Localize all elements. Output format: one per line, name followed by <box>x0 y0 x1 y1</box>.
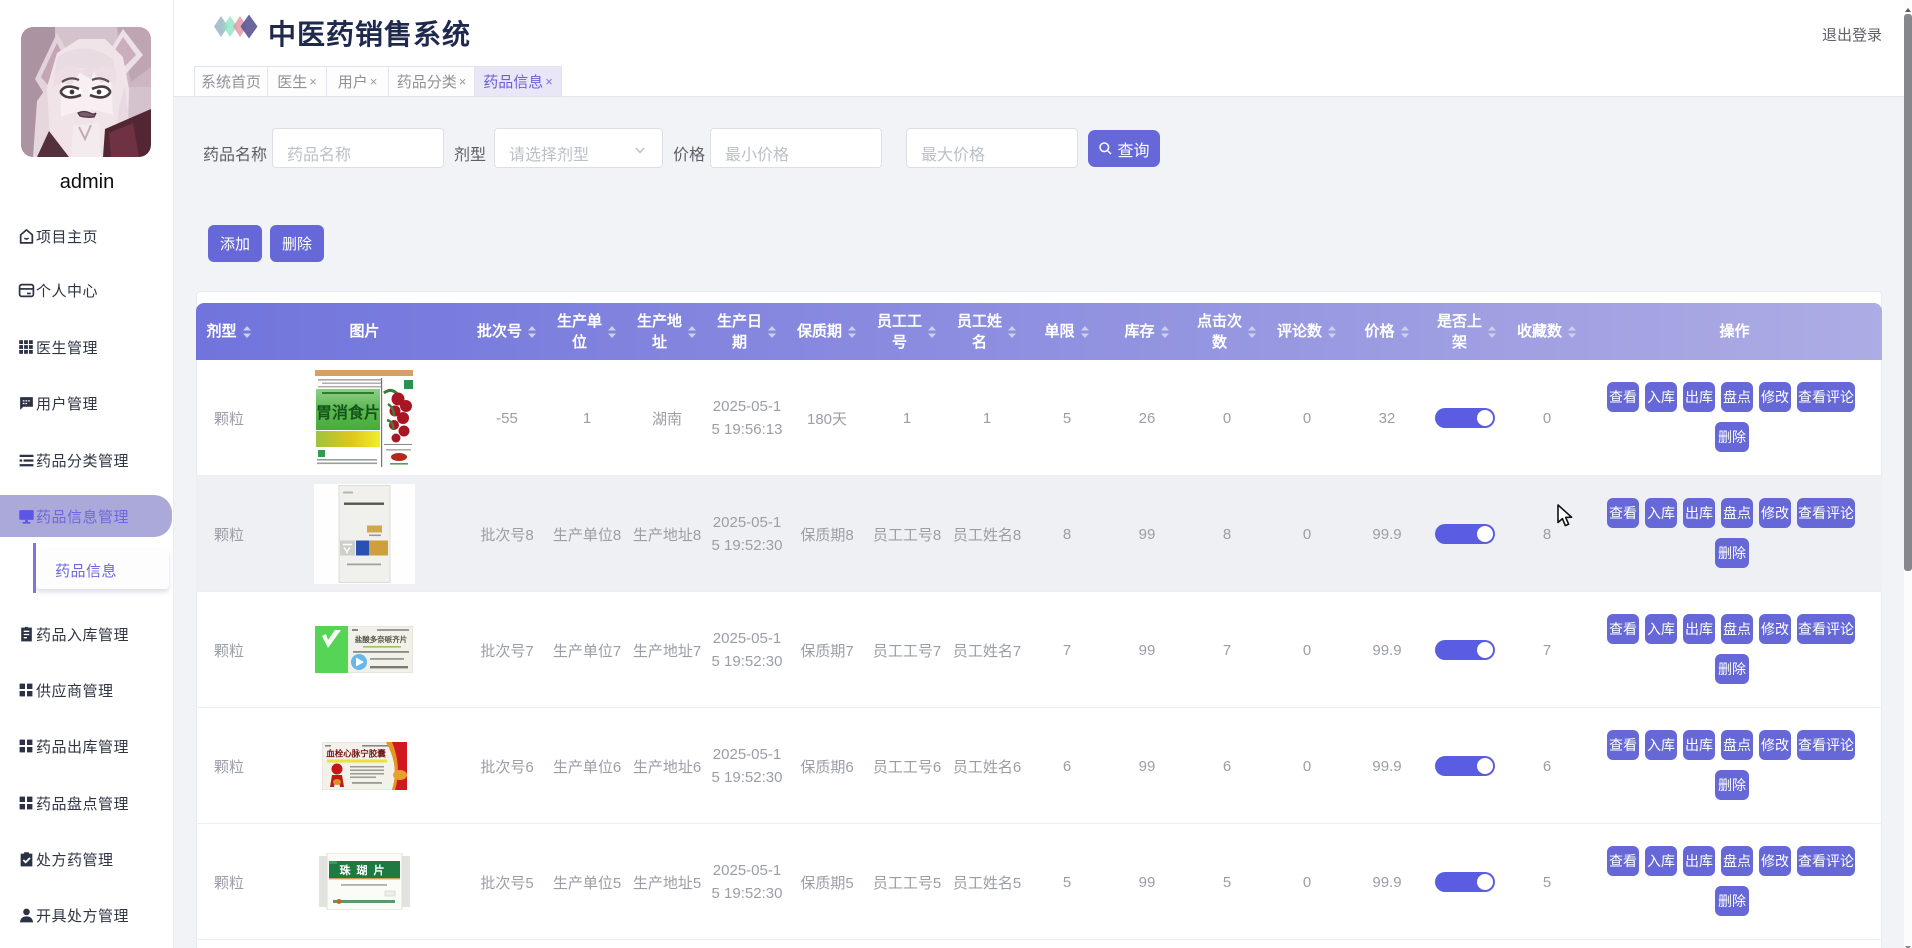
svg-text:胃消食片: 胃消食片 <box>316 403 380 422</box>
svg-text:盐酸多奈哌齐片: 盐酸多奈哌齐片 <box>355 634 408 644</box>
svg-text:珠瑚片: 珠瑚片 <box>340 863 391 877</box>
svg-text:血栓心脉宁胶囊: 血栓心脉宁胶囊 <box>326 749 386 759</box>
